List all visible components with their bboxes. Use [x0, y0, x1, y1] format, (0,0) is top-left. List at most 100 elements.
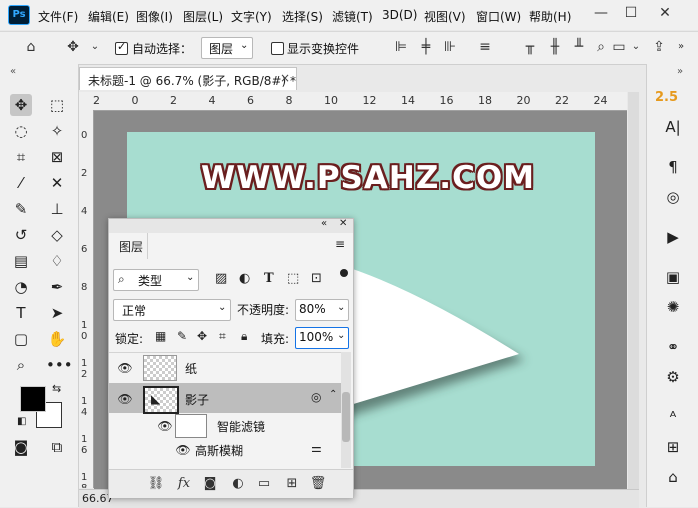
align-bottom-icon[interactable]: ╨	[570, 38, 588, 56]
libraries-icon[interactable]: ◎	[662, 186, 684, 208]
minimize-button[interactable]: —	[590, 3, 612, 23]
panel-menu-icon[interactable]: ≡	[335, 237, 345, 251]
crop-tool[interactable]: ⌗	[10, 146, 32, 168]
vertical-scrollbar[interactable]	[628, 92, 639, 489]
menu-view[interactable]: 视图(V)	[424, 8, 466, 25]
more-tools-icon[interactable]: •••	[46, 354, 73, 376]
menu-help[interactable]: 帮助(H)	[529, 8, 571, 25]
layer-row[interactable]: 👁︎ 纸	[109, 353, 341, 383]
align-center-icon[interactable]: ╪	[417, 38, 435, 56]
foreground-color-swatch[interactable]	[20, 386, 46, 412]
show-transform-checkbox[interactable]	[271, 42, 284, 55]
history-brush-tool[interactable]: ↺	[10, 224, 32, 246]
layer-row-selected[interactable]: 👁︎ ◣ 影子 ◎ ⌃	[109, 383, 341, 414]
menu-filter[interactable]: 滤镜(T)	[332, 8, 373, 25]
hand-tool[interactable]: ✋	[46, 328, 68, 350]
default-colors-icon[interactable]: ◧	[17, 416, 26, 427]
character-size-readout[interactable]: 2.5	[655, 90, 678, 105]
menu-file[interactable]: 文件(F)	[38, 8, 78, 25]
brushes-icon[interactable]: ✺	[662, 296, 684, 318]
type-panel-icon[interactable]: ᴬ	[662, 406, 684, 428]
shape-filter-icon[interactable]: ⬚	[287, 271, 299, 286]
swap-colors-icon[interactable]: ⇆	[52, 382, 61, 395]
smart-filters-row[interactable]: 👁︎ 智能滤镜	[109, 413, 341, 439]
eye-icon[interactable]: 👁︎	[117, 391, 133, 407]
channels-icon[interactable]: ⚭	[662, 336, 684, 358]
adjustment-layer-icon[interactable]: ◐	[229, 475, 247, 493]
workspace-icon[interactable]: ▭	[610, 38, 628, 56]
filter-toggle-icon[interactable]	[340, 269, 348, 277]
frame-tool[interactable]: ⊠	[46, 146, 68, 168]
align-middle-icon[interactable]: ╫	[546, 38, 564, 56]
share-icon[interactable]: ⇪	[650, 38, 668, 56]
menu-type[interactable]: 文字(Y)	[231, 8, 272, 25]
dodge-tool[interactable]: ◔	[10, 276, 32, 298]
marquee-tool[interactable]: ⬚	[46, 94, 68, 116]
fill-input[interactable]: 100% ⌄	[295, 327, 349, 349]
layers-scrollbar[interactable]	[341, 352, 351, 468]
new-layer-icon[interactable]: ⊞	[283, 475, 301, 493]
chevron-down-icon[interactable]: ⌄	[627, 38, 645, 56]
eye-icon[interactable]: 👁︎	[175, 442, 191, 458]
panel-header[interactable]: « ✕	[109, 218, 353, 233]
chevron-right-icon[interactable]: »	[672, 38, 690, 56]
character-icon[interactable]: A|	[662, 116, 684, 138]
filter-kind-dropdown[interactable]: ⌕ 类型 ⌄	[113, 269, 199, 291]
paragraph-icon[interactable]: ¶	[662, 156, 684, 178]
menu-3d[interactable]: 3D(D)	[382, 8, 417, 22]
zoom-tool[interactable]: ⌕	[10, 354, 32, 376]
menu-layer[interactable]: 图层(L)	[183, 8, 223, 25]
adjust-panel-icon[interactable]: ⊞	[662, 436, 684, 458]
path-select-tool[interactable]: ➤	[46, 302, 68, 324]
menu-edit[interactable]: 编辑(E)	[88, 8, 129, 25]
distribute-icon[interactable]: ≡	[476, 38, 494, 56]
pen-tool[interactable]: ✒	[46, 276, 68, 298]
type-tool[interactable]: T	[10, 302, 32, 324]
eyedropper-tool[interactable]: ⁄	[10, 172, 32, 194]
eye-icon[interactable]: 👁︎	[157, 418, 173, 434]
delete-layer-icon[interactable]: 🗑︎	[309, 475, 327, 493]
align-right-icon[interactable]: ⊪	[441, 38, 459, 56]
menu-window[interactable]: 窗口(W)	[476, 8, 521, 25]
filter-item-row[interactable]: 👁︎ 高斯模糊 ⚌	[109, 439, 341, 461]
close-panel-icon[interactable]: ✕	[339, 218, 347, 229]
menu-image[interactable]: 图像(I)	[136, 8, 173, 25]
healing-tool[interactable]: ✕	[46, 172, 68, 194]
close-window-button[interactable]: ✕	[654, 3, 676, 23]
screen-mode-icon[interactable]: ⧉	[46, 436, 68, 458]
chevron-up-icon[interactable]: ⌃	[329, 389, 337, 400]
quick-mask-icon[interactable]: ◙	[10, 436, 32, 458]
auto-select-target-dropdown[interactable]: 图层 ⌄	[201, 37, 253, 59]
gradient-tool[interactable]: ▤	[10, 250, 32, 272]
blend-mode-dropdown[interactable]: 正常 ⌄	[113, 299, 231, 321]
history-icon[interactable]: ▣	[662, 266, 684, 288]
eraser-tool[interactable]: ◇	[46, 224, 68, 246]
tab-layers[interactable]: 图层	[109, 233, 148, 259]
blur-tool[interactable]: ♢	[46, 250, 68, 272]
add-mask-icon[interactable]: ◙	[201, 475, 219, 493]
new-group-icon[interactable]: ▭	[255, 475, 273, 493]
menu-select[interactable]: 选择(S)	[282, 8, 323, 25]
lock-all-icon[interactable]: 🔒︎	[241, 329, 247, 344]
smart-object-filter-icon[interactable]: ⊡	[311, 271, 322, 286]
brush-tool[interactable]: ✎	[10, 198, 32, 220]
properties-icon[interactable]: ⚙	[662, 366, 684, 388]
chevron-down-icon[interactable]: ⌄	[86, 38, 104, 56]
blending-options-icon[interactable]: ⚌	[311, 441, 322, 455]
lasso-tool[interactable]: ◌	[10, 120, 32, 142]
expand-icon[interactable]: »	[677, 66, 683, 77]
align-left-icon[interactable]: ⊫	[392, 38, 410, 56]
collapse-icon[interactable]: «	[10, 66, 16, 77]
lock-artboard-icon[interactable]: ⌗	[219, 329, 226, 344]
move-tool-icon[interactable]: ✥	[64, 38, 82, 56]
maximize-button[interactable]: ☐	[620, 3, 642, 23]
link-layers-icon[interactable]: ⛓︎	[147, 475, 165, 493]
stamp-tool[interactable]: ⊥	[46, 198, 68, 220]
pixel-filter-icon[interactable]: ▨	[215, 271, 227, 286]
lock-pixels-icon[interactable]: ✎	[177, 329, 187, 343]
fx-icon[interactable]: fx	[175, 475, 193, 493]
magic-wand-tool[interactable]: ✧	[46, 120, 68, 142]
smart-filter-visibility-icon[interactable]: ◎	[311, 390, 321, 404]
auto-select-checkbox[interactable]	[115, 40, 128, 55]
lock-transparency-icon[interactable]: ▦	[155, 329, 166, 343]
